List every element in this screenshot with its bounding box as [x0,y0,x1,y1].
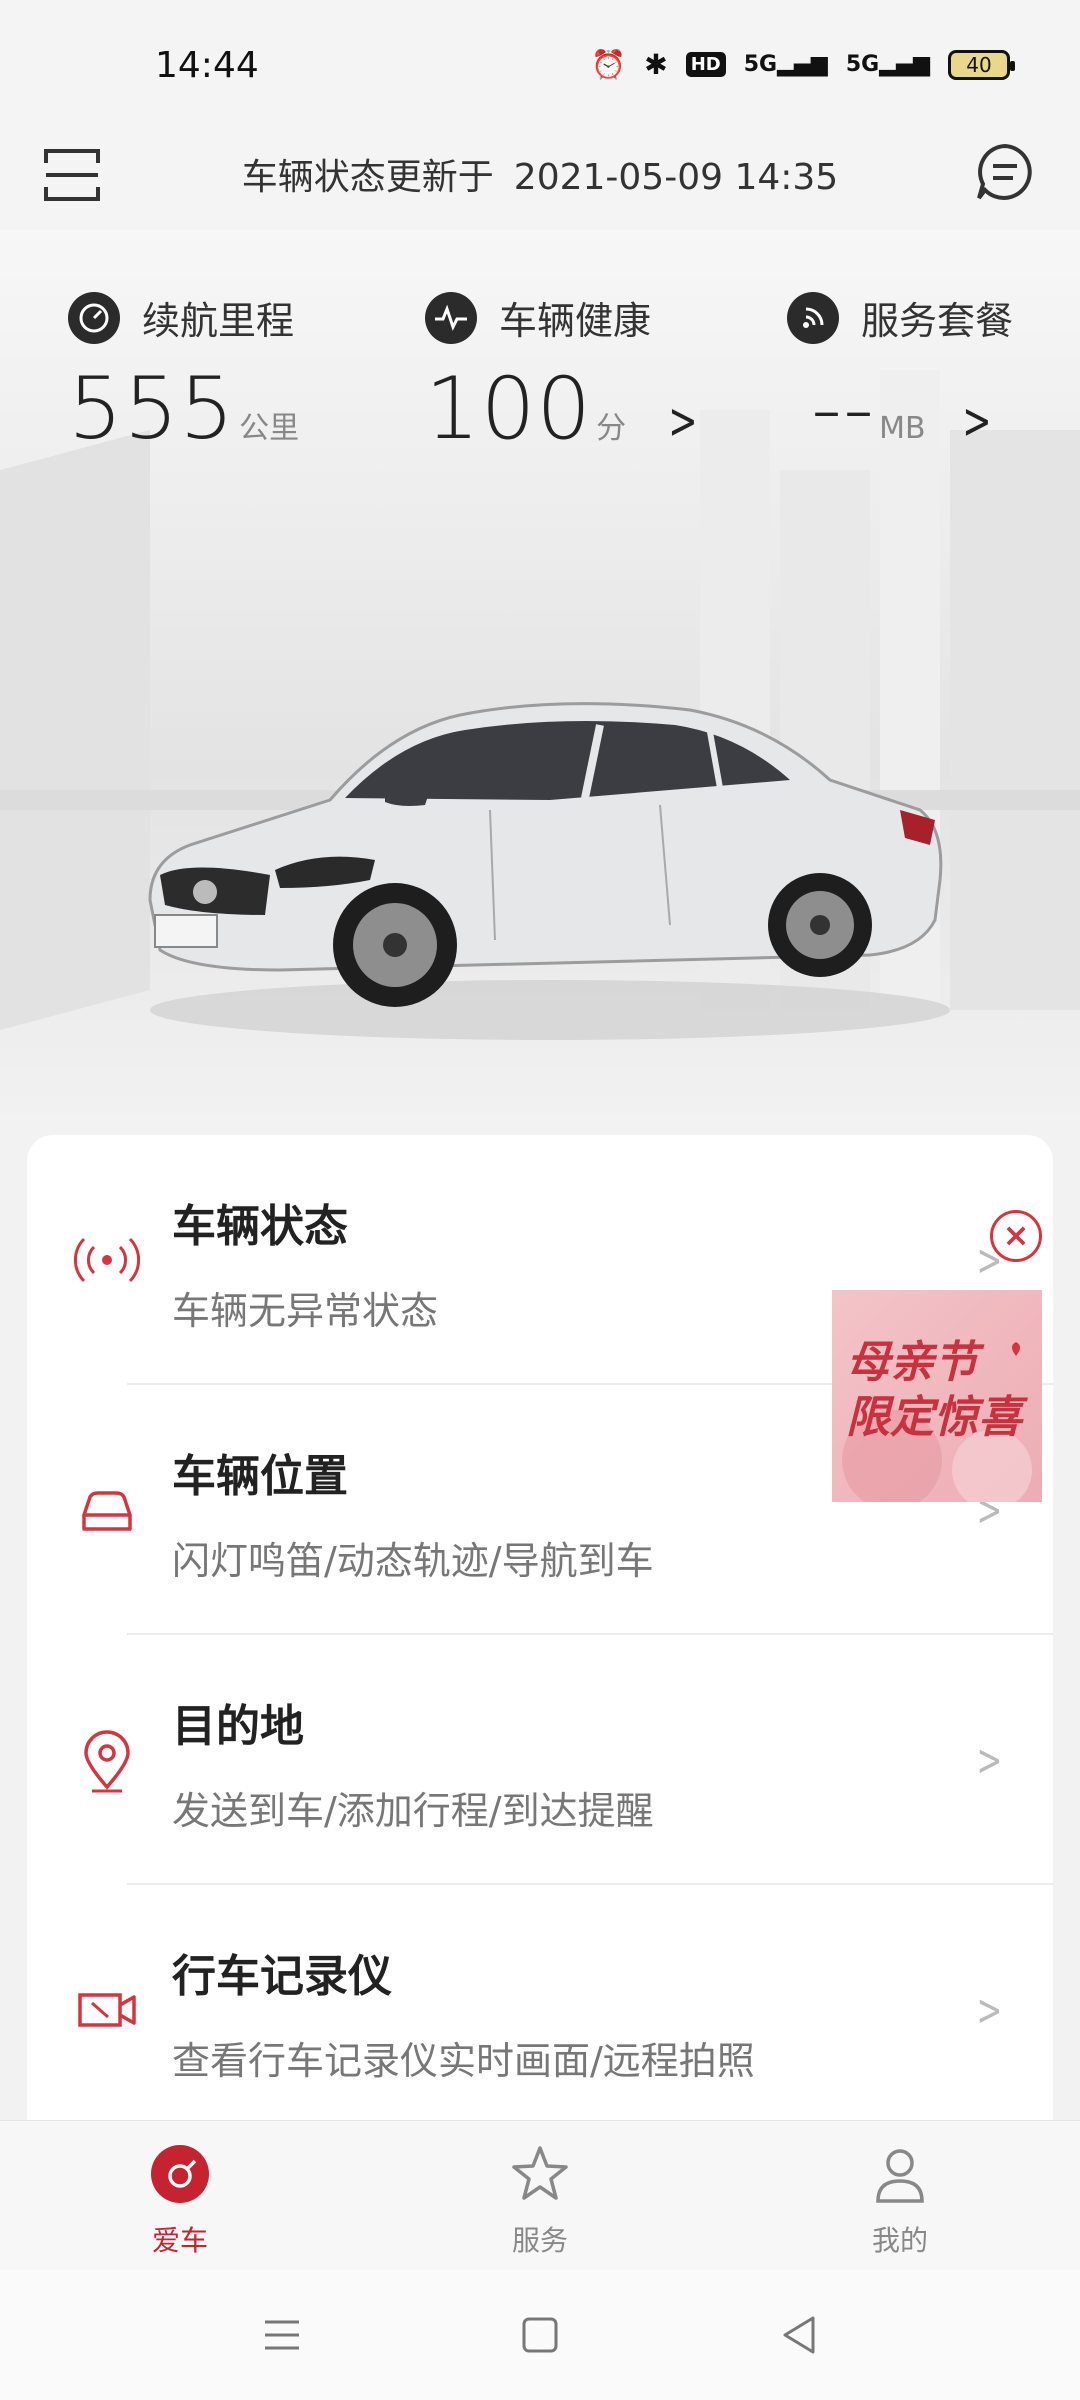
stat-package-label: 服务套餐 [861,299,1014,343]
speedometer-icon [68,291,120,344]
signal-icon [787,291,839,344]
nav-label: 爱车 [151,2224,208,2257]
star-icon [512,2146,568,2200]
menu-row-subtitle: 查看行车记录仪实时画面/远程拍照 [172,2039,755,2083]
menu-row-title: 车辆位置 [172,1451,348,1502]
nav-label: 我的 [871,2224,928,2257]
nav-item-mine[interactable]: 我的 [810,2143,990,2259]
hd-badge: HD [685,52,726,77]
chevron-right-icon: > [976,1735,1003,1786]
menu-row-title: 车辆状态 [172,1201,348,1252]
menu-row-title: 目的地 [172,1701,304,1752]
stat-range[interactable]: 续航里程 555 公里 [68,290,299,459]
nav-item-service[interactable]: 服务 [450,2143,630,2259]
message-icon[interactable] [975,142,1035,202]
menu-row-subtitle: 车辆无异常状态 [172,1289,439,1333]
stat-range-value-row: 555 公里 [68,359,299,459]
stat-health-value: 100 [425,359,593,459]
signal-5g-2: 5G▂▄▆ [845,52,930,77]
menu-row-destination[interactable]: 目的地 发送到车/添加行程/到达提醒 > [27,1635,1053,1885]
header: 车辆状态更新于 2021-05-09 14:35 [0,130,1080,230]
stat-package-value-row: -- MB > [811,359,1013,459]
header-title-prefix: 车辆状态更新于 [241,157,494,198]
promo-line1: 母亲节 [846,1337,978,1388]
video-camera-icon [78,1993,136,2027]
stat-health-unit: 分 [596,411,627,446]
stat-health[interactable]: 车辆健康 100 分 > [425,290,704,459]
chevron-right-icon: > [961,392,992,450]
signal-label-1: 5G [743,52,778,77]
stat-package-header: 服务套餐 [787,290,1013,345]
bottom-nav: 爱车 服务 我的 [0,2120,1080,2270]
nav-item-car[interactable]: 爱车 [90,2143,270,2259]
stat-range-header: 续航里程 [68,290,299,345]
promo-banner[interactable]: 母亲节 限定惊喜 [832,1290,1042,1502]
header-title: 车辆状态更新于 2021-05-09 14:35 [0,148,1080,200]
broadcast-icon [73,1237,141,1283]
bluetooth-icon: ✱ [644,48,668,81]
hero-section: 续航里程 555 公里 车辆健康 100 分 > 服务套餐 -- MB > [0,230,1080,1130]
status-icons: ⏰ ✱ HD 5G▂▄▆ 5G▂▄▆ 40 [591,48,1015,81]
back-icon[interactable] [775,2310,825,2360]
background-building [0,429,150,1031]
stat-package-value: -- [811,359,876,459]
stats-row: 续航里程 555 公里 车辆健康 100 分 > 服务套餐 -- MB > [0,290,1080,490]
stat-health-header: 车辆健康 [425,290,704,345]
battery-icon: 40 [948,49,1015,80]
system-nav [0,2270,1080,2400]
stat-range-value: 555 [68,359,236,459]
menu-row-title: 行车记录仪 [172,1951,392,2002]
promo-text: 母亲节 限定惊喜 [846,1335,1022,1445]
car-image[interactable] [130,670,960,1050]
promo-line2: 限定惊喜 [846,1392,1022,1443]
status-bar: 14:44 ⏰ ✱ HD 5G▂▄▆ 5G▂▄▆ 40 [0,0,1080,130]
menu-row-dashcam[interactable]: 行车记录仪 查看行车记录仪实时画面/远程拍照 > [27,1885,1053,2135]
heartbeat-icon [425,291,477,344]
menu-icon[interactable] [257,2310,307,2360]
stat-range-unit: 公里 [239,411,300,446]
location-pin-icon [84,1730,130,1793]
vehicle-menu-card: 车辆状态 车辆无异常状态 > 车辆位置 闪灯鸣笛/动态轨迹/导航到车 > 目的地… [27,1135,1053,2120]
home-icon[interactable] [515,2310,565,2360]
signal-label-2: 5G [845,52,880,77]
updated-at: 2021-05-09 14:35 [513,157,839,198]
signal-5g-1: 5G▂▄▆ [743,52,828,77]
stat-health-label: 车辆健康 [499,299,652,343]
chevron-right-icon: > [976,1985,1003,2036]
car-icon [82,1491,132,1531]
stat-package[interactable]: 服务套餐 -- MB > [787,290,1013,459]
stat-range-label: 续航里程 [142,299,295,343]
menu-row-subtitle: 闪灯鸣笛/动态轨迹/导航到车 [172,1539,654,1583]
nav-label: 服务 [511,2224,568,2257]
stat-package-unit: MB [879,411,926,446]
alarm-icon: ⏰ [591,48,627,81]
background-building [950,430,1080,1010]
menu-row-subtitle: 发送到车/添加行程/到达提醒 [172,1789,654,1833]
chevron-right-icon: > [668,392,698,450]
promo-close-button[interactable]: × [990,1210,1042,1262]
user-icon [876,2149,924,2203]
status-time: 14:44 [155,45,259,86]
steering-wheel-icon [151,2145,209,2203]
stat-health-value-row: 100 分 > [425,359,704,459]
